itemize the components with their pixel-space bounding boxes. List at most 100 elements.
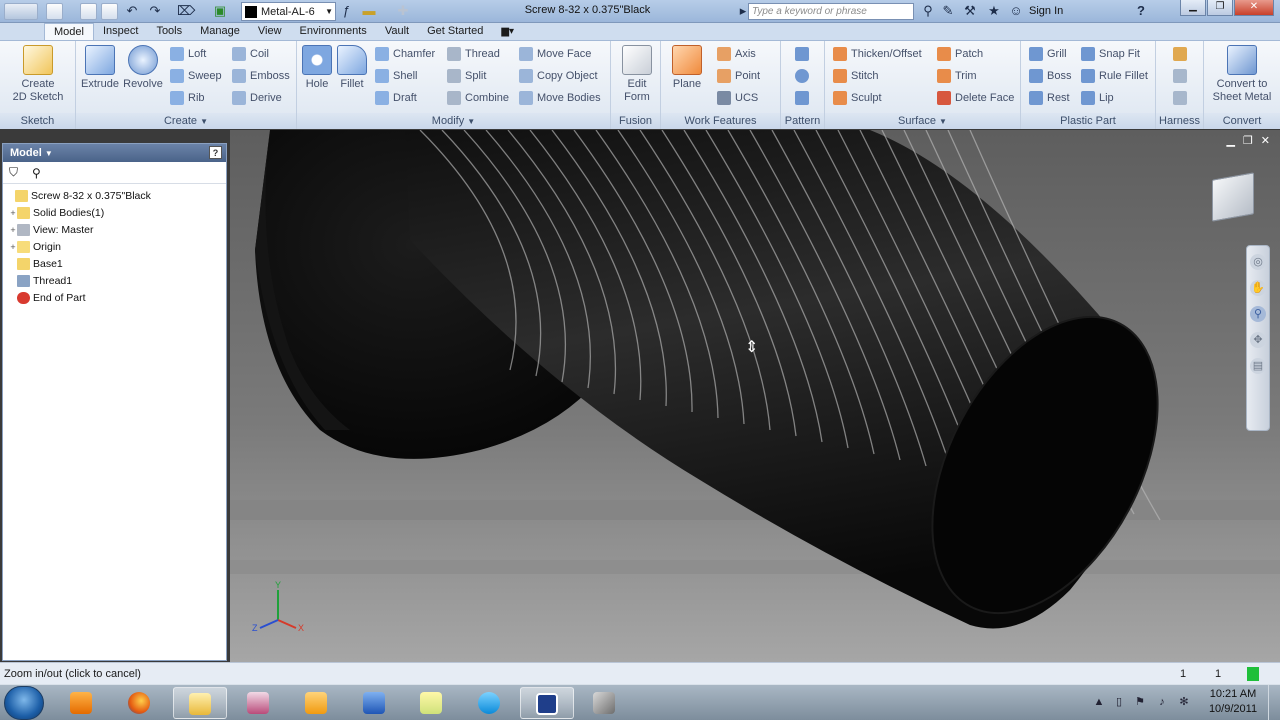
tab-inspect[interactable]: Inspect xyxy=(94,23,147,40)
expand-icon[interactable]: + xyxy=(9,225,17,235)
help-icon[interactable]: ? xyxy=(209,146,222,159)
stitch-button[interactable]: Stitch xyxy=(833,68,879,84)
orbit-icon[interactable]: ✥ xyxy=(1250,332,1266,348)
redo-icon[interactable]: ↷ xyxy=(147,3,163,19)
boss-button[interactable]: Boss xyxy=(1029,68,1071,84)
edit-form-button[interactable]: Edit Form xyxy=(617,45,657,104)
binoculars-icon[interactable]: ⚲ xyxy=(920,3,936,19)
tab-view[interactable]: View xyxy=(249,23,291,40)
wrench-icon[interactable]: ✎ xyxy=(940,3,956,19)
tab-get-started[interactable]: Get Started xyxy=(418,23,492,40)
help-search-input[interactable]: Type a keyword or phrase xyxy=(748,3,914,20)
binoculars-icon[interactable]: ⚲ xyxy=(32,166,41,180)
harness-button-1[interactable] xyxy=(1173,46,1187,62)
tray-flag-icon[interactable]: ⚑ xyxy=(1133,695,1147,709)
restore-view-icon[interactable]: ❐ xyxy=(1243,134,1253,147)
fx-icon[interactable]: ƒ xyxy=(338,3,354,19)
taskbar-recorder[interactable] xyxy=(520,687,574,719)
taskbar-word[interactable] xyxy=(348,687,402,719)
tab-model[interactable]: Model xyxy=(44,23,94,40)
tray-network-icon[interactable]: ✻ xyxy=(1177,695,1191,709)
create-panel-label[interactable]: Create ▼ xyxy=(76,113,296,129)
tab-vault[interactable]: Vault xyxy=(376,23,418,40)
sculpt-button[interactable]: Sculpt xyxy=(833,90,882,106)
modify-panel-label[interactable]: Modify ▼ xyxy=(297,113,610,129)
open-file-button[interactable] xyxy=(80,3,97,20)
move-face-button[interactable]: Move Face xyxy=(519,46,591,62)
color-icon[interactable]: ▬ xyxy=(361,3,377,19)
view-cube[interactable] xyxy=(1212,172,1254,222)
tab-environments[interactable]: Environments xyxy=(291,23,376,40)
sign-in-link[interactable]: Sign In xyxy=(1029,5,1063,17)
camera-icon[interactable]: ▆▾ xyxy=(492,23,523,40)
tree-item[interactable]: + Solid Bodies(1) xyxy=(3,204,226,221)
thicken-offset-button[interactable]: Thicken/Offset xyxy=(833,46,922,62)
system-clock[interactable]: 10:21 AM 10/9/2011 xyxy=(1204,687,1262,717)
select-icon[interactable]: ⌦ xyxy=(177,3,195,19)
tray-device-icon[interactable]: ▯ xyxy=(1112,695,1126,709)
combine-button[interactable]: Combine xyxy=(447,90,509,106)
snap-fit-button[interactable]: Snap Fit xyxy=(1081,46,1140,62)
thread-button[interactable]: Thread xyxy=(447,46,500,62)
expand-icon[interactable]: + xyxy=(9,242,17,252)
crosshair-icon[interactable]: ✚ xyxy=(395,3,411,19)
graphics-viewport[interactable]: ⇕ Y X Z ▁ ❐ ✕ ◎ ✋ ⚲ ✥ ▤ xyxy=(230,130,1280,662)
close-button[interactable]: ✕ xyxy=(1234,0,1274,16)
extrude-button[interactable]: Extrude xyxy=(80,45,120,91)
emboss-button[interactable]: Emboss xyxy=(232,68,290,84)
coil-button[interactable]: Coil xyxy=(232,46,269,62)
derive-button[interactable]: Derive xyxy=(232,90,282,106)
tab-manage[interactable]: Manage xyxy=(191,23,249,40)
draft-button[interactable]: Draft xyxy=(375,90,417,106)
taskbar-media-player[interactable] xyxy=(56,687,104,719)
ucs-button[interactable]: UCS xyxy=(717,90,758,106)
trim-button[interactable]: Trim xyxy=(937,68,977,84)
tree-item[interactable]: + Origin xyxy=(3,238,226,255)
tree-item[interactable]: + View: Master xyxy=(3,221,226,238)
point-button[interactable]: Point xyxy=(717,68,760,84)
new-file-button[interactable] xyxy=(46,3,63,20)
close-view-icon[interactable]: ✕ xyxy=(1261,134,1270,147)
shell-button[interactable]: Shell xyxy=(375,68,417,84)
zoom-icon[interactable]: ⚲ xyxy=(1250,306,1266,322)
material-dropdown[interactable]: Metal-AL-6 ▼ xyxy=(241,2,336,21)
app-menu-button[interactable] xyxy=(4,3,38,20)
delete-face-button[interactable]: Delete Face xyxy=(937,90,1014,106)
browser-header[interactable]: Model ▼ ? xyxy=(3,144,226,162)
fillet-button[interactable]: Fillet xyxy=(335,45,369,91)
taskbar-inventor[interactable] xyxy=(173,687,227,719)
look-at-icon[interactable]: ▤ xyxy=(1250,358,1266,374)
taskbar-skype[interactable] xyxy=(463,687,517,719)
user-icon[interactable]: ☺ xyxy=(1008,3,1024,19)
patch-button[interactable]: Patch xyxy=(937,46,983,62)
harness-button-2[interactable] xyxy=(1173,68,1187,84)
axis-button[interactable]: Axis xyxy=(717,46,756,62)
sweep-button[interactable]: Sweep xyxy=(170,68,222,84)
expand-icon[interactable]: + xyxy=(9,208,17,218)
tree-item[interactable]: Base1 xyxy=(3,255,226,272)
restore-button[interactable]: ❐ xyxy=(1207,0,1233,16)
steering-wheel-icon[interactable]: ◎ xyxy=(1250,254,1266,270)
taskbar-tool[interactable] xyxy=(578,687,632,719)
taskbar-outlook[interactable] xyxy=(290,687,344,719)
tree-item[interactable]: Thread1 xyxy=(3,272,226,289)
create-2d-sketch-button[interactable]: Create 2D Sketch xyxy=(8,45,68,104)
undo-icon[interactable]: ↶ xyxy=(124,3,140,19)
lip-button[interactable]: Lip xyxy=(1081,90,1114,106)
subscription-icon[interactable]: ⚒ xyxy=(962,3,978,19)
plane-button[interactable]: Plane xyxy=(669,45,705,91)
rib-button[interactable]: Rib xyxy=(170,90,205,106)
grill-button[interactable]: Grill xyxy=(1029,46,1067,62)
show-desktop-button[interactable] xyxy=(1268,685,1280,720)
taskbar-snipping-tool[interactable] xyxy=(232,687,286,719)
rule-fillet-button[interactable]: Rule Fillet xyxy=(1081,68,1148,84)
rest-button[interactable]: Rest xyxy=(1029,90,1070,106)
update-icon[interactable]: ▣ xyxy=(212,3,228,19)
revolve-button[interactable]: Revolve xyxy=(122,45,164,91)
rectangular-pattern-button[interactable] xyxy=(795,46,809,62)
convert-to-sheet-metal-button[interactable]: Convert to Sheet Metal xyxy=(1208,45,1276,104)
save-button[interactable] xyxy=(101,3,118,20)
tray-volume-icon[interactable]: ♪ xyxy=(1155,695,1169,709)
minimize-button[interactable]: ▁ xyxy=(1180,0,1206,16)
taskbar-sticky-notes[interactable] xyxy=(405,687,459,719)
